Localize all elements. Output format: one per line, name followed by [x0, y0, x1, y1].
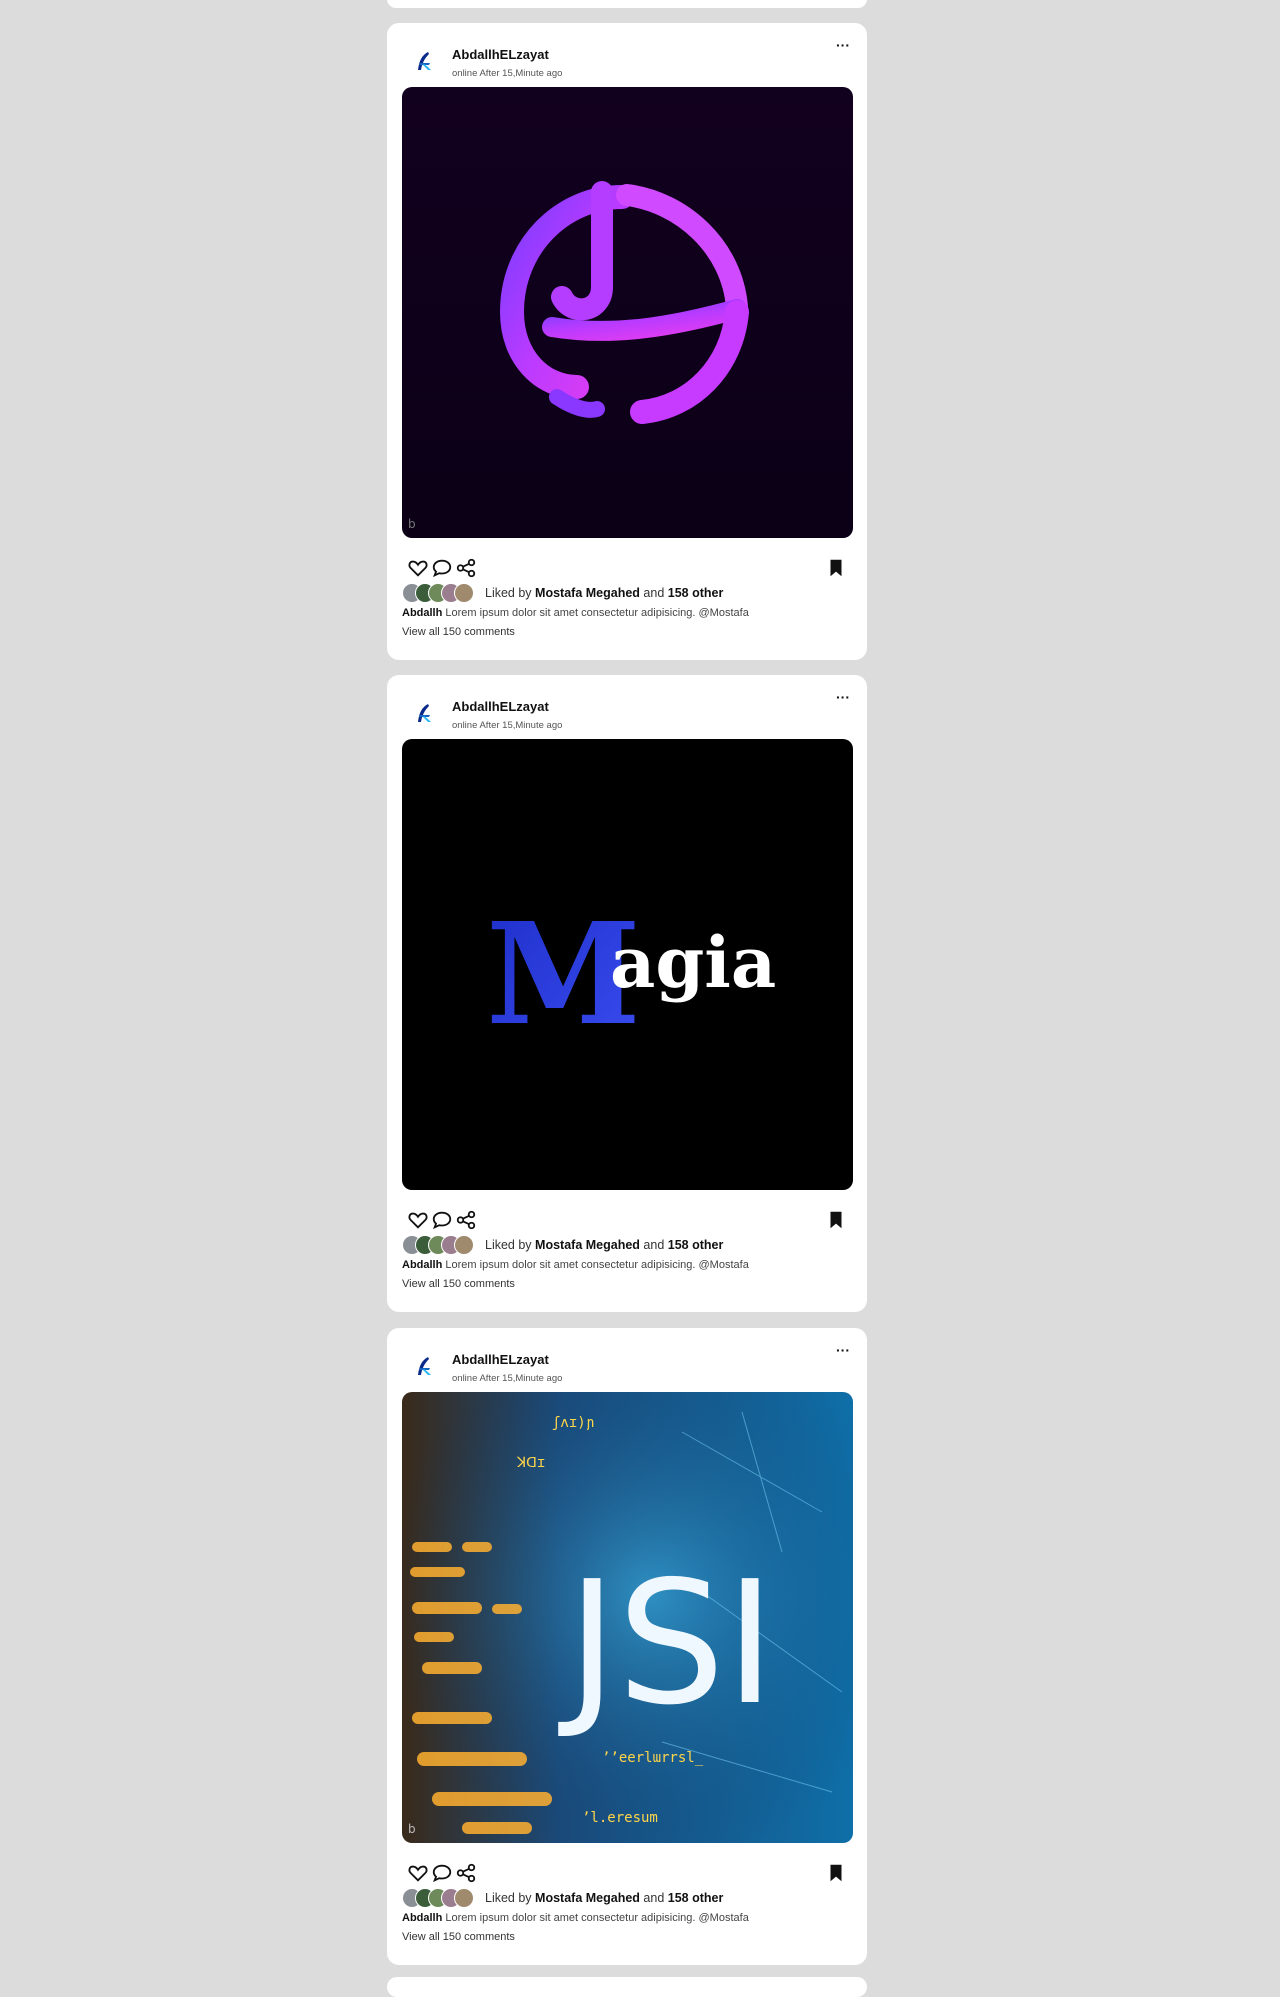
liked-user[interactable]: Mostafa Megahed [535, 586, 640, 600]
post-status: online After 15,Minute ago [452, 720, 563, 731]
more-icon[interactable]: ··· [836, 690, 850, 704]
post-header: AbdallhELzayat online After 15,Minute ag… [402, 35, 852, 85]
avatar[interactable] [402, 1344, 446, 1388]
view-comments-link[interactable]: View all 150 comments [402, 1931, 515, 1943]
post-actions [407, 1209, 847, 1235]
comment-icon[interactable] [431, 1862, 453, 1884]
svg-text:b: b [408, 1822, 416, 1836]
post-status: online After 15,Minute ago [452, 1373, 563, 1384]
liker-avatars[interactable] [402, 1888, 482, 1908]
likes-row: Liked by Mostafa Megahed and 158 other [402, 583, 852, 603]
post-image[interactable]: b [402, 87, 853, 538]
heart-icon[interactable] [407, 1862, 429, 1884]
post-image[interactable]: M agia [402, 739, 853, 1190]
view-comments-link[interactable]: View all 150 comments [402, 1278, 515, 1290]
avatar[interactable] [402, 691, 446, 735]
view-comments-link[interactable]: View all 150 comments [402, 626, 515, 638]
image-text-js: JSI [558, 1545, 775, 1743]
likes-row: Liked by Mostafa Megahed and 158 other [402, 1235, 852, 1255]
post-status: online After 15,Minute ago [452, 68, 563, 79]
comment-icon[interactable] [431, 557, 453, 579]
liker-avatars[interactable] [402, 1235, 482, 1255]
liked-by-text[interactable]: Liked by Mostafa Megahed and 158 other [485, 586, 723, 600]
share-icon[interactable] [455, 1209, 477, 1231]
heart-icon[interactable] [407, 557, 429, 579]
caption-user[interactable]: Abdallh [402, 1259, 442, 1271]
liked-by-text[interactable]: Liked by Mostafa Megahed and 158 other [485, 1891, 723, 1905]
previous-post-card [387, 0, 867, 8]
post-actions [407, 1862, 847, 1888]
avatar-logo-icon [418, 52, 431, 70]
avatar [454, 583, 474, 603]
svg-text:ꓘꓷɪ: ꓘꓷɪ [516, 1455, 545, 1471]
bookmark-icon[interactable] [825, 557, 847, 579]
svg-text:ʃʌɪ)ɲ: ʃʌɪ)ɲ [552, 1415, 594, 1431]
liked-prefix: Liked by [485, 1238, 532, 1252]
more-icon[interactable]: ··· [836, 38, 850, 52]
heart-icon[interactable] [407, 1209, 429, 1231]
liked-user[interactable]: Mostafa Megahed [535, 1238, 640, 1252]
avatar-logo-icon [418, 704, 431, 722]
post-header: AbdallhELzayat online After 15,Minute ag… [402, 687, 852, 737]
liked-by-text[interactable]: Liked by Mostafa Megahed and 158 other [485, 1238, 723, 1252]
likes-row: Liked by Mostafa Megahed and 158 other [402, 1888, 852, 1908]
next-post-card [387, 1977, 867, 1997]
liked-and: and [643, 586, 665, 600]
liker-avatars[interactable] [402, 583, 482, 603]
post-card: AbdallhELzayat online After 15,Minute ag… [387, 675, 867, 1312]
post-caption: Abdallh Lorem ipsum dolor sit amet conse… [402, 1912, 749, 1924]
post-caption: Abdallh Lorem ipsum dolor sit amet conse… [402, 1259, 749, 1271]
post-caption: Abdallh Lorem ipsum dolor sit amet conse… [402, 607, 749, 619]
caption-text: Lorem ipsum dolor sit amet consectetur a… [445, 607, 749, 619]
svg-text:b: b [408, 517, 416, 531]
post-image[interactable]: ʃʌɪ)ɲ ꓘꓷɪ ʼʼeerlɯrrsl_ ʼl.eresum JSI b [402, 1392, 853, 1843]
avatar [454, 1235, 474, 1255]
bookmark-icon[interactable] [825, 1862, 847, 1884]
svg-text:ʼʼeerlɯrrsl_: ʼʼeerlɯrrsl_ [602, 1750, 704, 1766]
liked-count[interactable]: 158 other [668, 1891, 724, 1905]
avatar [454, 1888, 474, 1908]
comment-icon[interactable] [431, 1209, 453, 1231]
post-header: AbdallhELzayat online After 15,Minute ag… [402, 1340, 852, 1390]
post-actions [407, 557, 847, 583]
caption-text: Lorem ipsum dolor sit amet consectetur a… [445, 1259, 749, 1271]
svg-text:ʼl.eresum: ʼl.eresum [582, 1810, 658, 1826]
liked-count[interactable]: 158 other [668, 1238, 724, 1252]
caption-user[interactable]: Abdallh [402, 607, 442, 619]
post-username[interactable]: AbdallhELzayat [452, 47, 549, 62]
liked-count[interactable]: 158 other [668, 586, 724, 600]
image-text-agia: agia [610, 921, 776, 1004]
caption-user[interactable]: Abdallh [402, 1912, 442, 1924]
liked-prefix: Liked by [485, 586, 532, 600]
caption-text: Lorem ipsum dolor sit amet consectetur a… [445, 1912, 749, 1924]
liked-prefix: Liked by [485, 1891, 532, 1905]
post-card: AbdallhELzayat online After 15,Minute ag… [387, 23, 867, 660]
liked-user[interactable]: Mostafa Megahed [535, 1891, 640, 1905]
avatar-logo-icon [418, 1357, 431, 1375]
liked-and: and [643, 1238, 665, 1252]
post-card: AbdallhELzayat online After 15,Minute ag… [387, 1328, 867, 1965]
avatar[interactable] [402, 39, 446, 83]
post-username[interactable]: AbdallhELzayat [452, 1352, 549, 1367]
share-icon[interactable] [455, 557, 477, 579]
liked-and: and [643, 1891, 665, 1905]
bookmark-icon[interactable] [825, 1209, 847, 1231]
share-icon[interactable] [455, 1862, 477, 1884]
post-username[interactable]: AbdallhELzayat [452, 699, 549, 714]
more-icon[interactable]: ··· [836, 1343, 850, 1357]
